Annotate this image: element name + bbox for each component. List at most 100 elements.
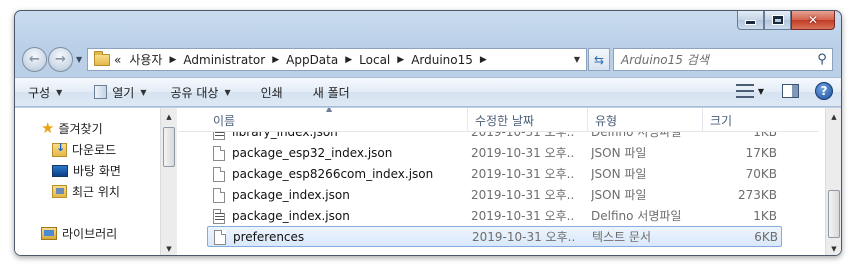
close-button[interactable]: ✕ (791, 11, 835, 30)
file-row[interactable]: package_esp32_index.json 2019-10-31 오후..… (207, 143, 782, 164)
file-row[interactable]: package_index.json 2019-10-31 오후... Delf… (207, 206, 782, 227)
nav-item-recent-places[interactable]: 최근 위치 (52, 183, 120, 200)
breadcrumb-item-appdata[interactable]: AppData (286, 53, 338, 67)
chevron-right-icon[interactable]: ▶ (169, 55, 176, 65)
column-header-label: 이름 (213, 113, 236, 128)
print-label: 인쇄 (260, 85, 283, 100)
file-name: package_esp32_index.json (232, 146, 393, 160)
preview-pane-icon[interactable] (782, 84, 799, 98)
breadcrumb-item-administrator[interactable]: Administrator (183, 53, 265, 67)
nav-item-label: 바탕 화면 (73, 164, 121, 178)
chevron-down-icon: ▼ (140, 87, 147, 97)
downloads-folder-icon (52, 141, 67, 157)
minimize-button[interactable] (737, 11, 764, 30)
file-row[interactable]: package_index.json 2019-10-31 오후... JSON… (207, 185, 782, 206)
chevron-right-icon[interactable]: ▶ (345, 55, 352, 65)
signature-file-icon (213, 209, 225, 224)
close-icon: ✕ (807, 13, 819, 27)
file-date: 2019-10-31 오후... (471, 188, 575, 202)
share-with-button[interactable]: 공유 대상 ▼ (157, 78, 241, 106)
file-type: Delfino 서명파일 (591, 209, 682, 223)
json-file-icon (213, 188, 225, 203)
search-icon[interactable]: ⚲ (812, 52, 832, 67)
document-icon (94, 85, 108, 99)
refresh-button[interactable]: ⇆ (588, 48, 610, 71)
file-date: 2019-10-31 오후... (471, 209, 575, 223)
folder-icon (94, 50, 110, 66)
open-label: 열기 (112, 85, 135, 100)
caption-buttons: ✕ (737, 11, 835, 30)
organize-button[interactable]: 구성 ▼ (15, 78, 72, 106)
column-header-date[interactable]: 수정한 날짜 (468, 108, 588, 132)
view-options-dropdown[interactable]: ▼ (758, 87, 764, 96)
file-row[interactable]: package_esp8266com_index.json 2019-10-31… (207, 164, 782, 185)
file-type: JSON 파일 (591, 146, 647, 160)
minimize-icon (746, 21, 755, 24)
nav-item-desktop[interactable]: 바탕 화면 (52, 162, 121, 179)
open-button[interactable]: 열기 ▼ (72, 78, 156, 106)
forward-arrow-icon: → (55, 52, 66, 67)
recent-places-icon (52, 185, 67, 198)
chevron-right-icon[interactable]: ▶ (397, 55, 404, 65)
help-icon[interactable]: ? (815, 82, 833, 100)
file-row-selected[interactable]: preferences 2019-10-31 오후... 텍스트 문서 6KB (207, 226, 782, 247)
chevron-down-icon: ▼ (224, 87, 231, 97)
column-header-label: 유형 (595, 113, 618, 128)
address-bar[interactable]: « 사용자 ▶ Administrator ▶ AppData ▶ Local … (87, 48, 587, 71)
maximize-button[interactable] (764, 11, 791, 30)
back-button[interactable]: ← (22, 47, 47, 72)
address-dropdown-icon[interactable]: ▼ (568, 55, 586, 64)
file-size: 6KB (754, 230, 778, 244)
file-list-scrollbar[interactable]: ▲ ▼ (825, 108, 841, 255)
search-box[interactable]: Arduino15 검색 ⚲ (613, 48, 833, 71)
column-header-type[interactable]: 유형 (588, 108, 703, 132)
breadcrumb-overflow[interactable]: « (114, 53, 121, 67)
file-date: 2019-10-31 오후... (471, 146, 575, 160)
new-folder-label: 새 폴더 (312, 85, 350, 100)
nav-pane-scrollbar[interactable]: ▲ ▼ (160, 108, 177, 255)
scroll-down-icon[interactable]: ▼ (161, 240, 177, 255)
libraries-icon (41, 227, 57, 240)
nav-item-label: 다운로드 (72, 143, 117, 157)
column-header-label: 수정한 날짜 (475, 113, 535, 128)
new-folder-button[interactable]: 새 폴더 (293, 78, 360, 106)
chevron-right-icon[interactable]: ▶ (272, 55, 279, 65)
file-size: 17KB (745, 146, 777, 160)
sort-ascending-icon: ▲ (326, 108, 333, 113)
file-list-scroll-thumb[interactable] (828, 190, 840, 238)
refresh-icon: ⇆ (593, 52, 605, 67)
breadcrumb-item-local[interactable]: Local (359, 53, 390, 67)
column-header-name[interactable]: 이름 ▲ (206, 108, 468, 132)
command-bar: 구성 ▼ 열기 ▼ 공유 대상 ▼ 인쇄 새 폴더 ▼ ? (15, 77, 841, 107)
nav-pane-scroll-thumb[interactable] (163, 127, 175, 167)
file-list: 이름 ▲ 수정한 날짜 유형 크기 library_index.json 201… (178, 108, 841, 255)
file-name: preferences (233, 230, 305, 244)
scroll-down-icon[interactable]: ▼ (826, 240, 841, 255)
recent-pages-dropdown[interactable]: ▼ (76, 55, 82, 64)
json-file-icon (213, 146, 225, 161)
nav-item-label: 즐겨찾기 (58, 121, 103, 136)
star-icon: ★ (41, 119, 55, 137)
breadcrumb-item-arduino15[interactable]: Arduino15 (411, 53, 473, 67)
nav-item-libraries[interactable]: 라이브러리 (41, 225, 117, 242)
chevron-right-icon[interactable]: ▶ (480, 55, 487, 65)
search-input[interactable]: Arduino15 검색 (621, 51, 812, 68)
change-view-icon[interactable] (735, 84, 754, 98)
breadcrumb-item-users[interactable]: 사용자 (129, 51, 162, 68)
scroll-up-icon[interactable]: ▲ (826, 108, 841, 125)
column-header-size[interactable]: 크기 (703, 108, 783, 132)
column-header-label: 크기 (710, 113, 733, 128)
column-header-row: 이름 ▲ 수정한 날짜 유형 크기 (178, 108, 818, 132)
forward-button[interactable]: → (48, 47, 73, 72)
view-controls: ▼ ? (735, 82, 833, 100)
nav-item-favorites[interactable]: ★ 즐겨찾기 (41, 119, 103, 137)
file-date: 2019-10-31 오후... (471, 167, 575, 181)
scroll-up-icon[interactable]: ▲ (161, 108, 177, 125)
file-size: 70KB (745, 167, 777, 181)
file-name: package_index.json (232, 188, 350, 202)
nav-item-downloads[interactable]: 다운로드 (52, 141, 116, 158)
file-date: 2019-10-31 오후... (472, 230, 576, 244)
file-size: 1KB (753, 209, 777, 223)
print-button[interactable]: 인쇄 (241, 78, 293, 106)
maximize-icon (772, 16, 783, 24)
